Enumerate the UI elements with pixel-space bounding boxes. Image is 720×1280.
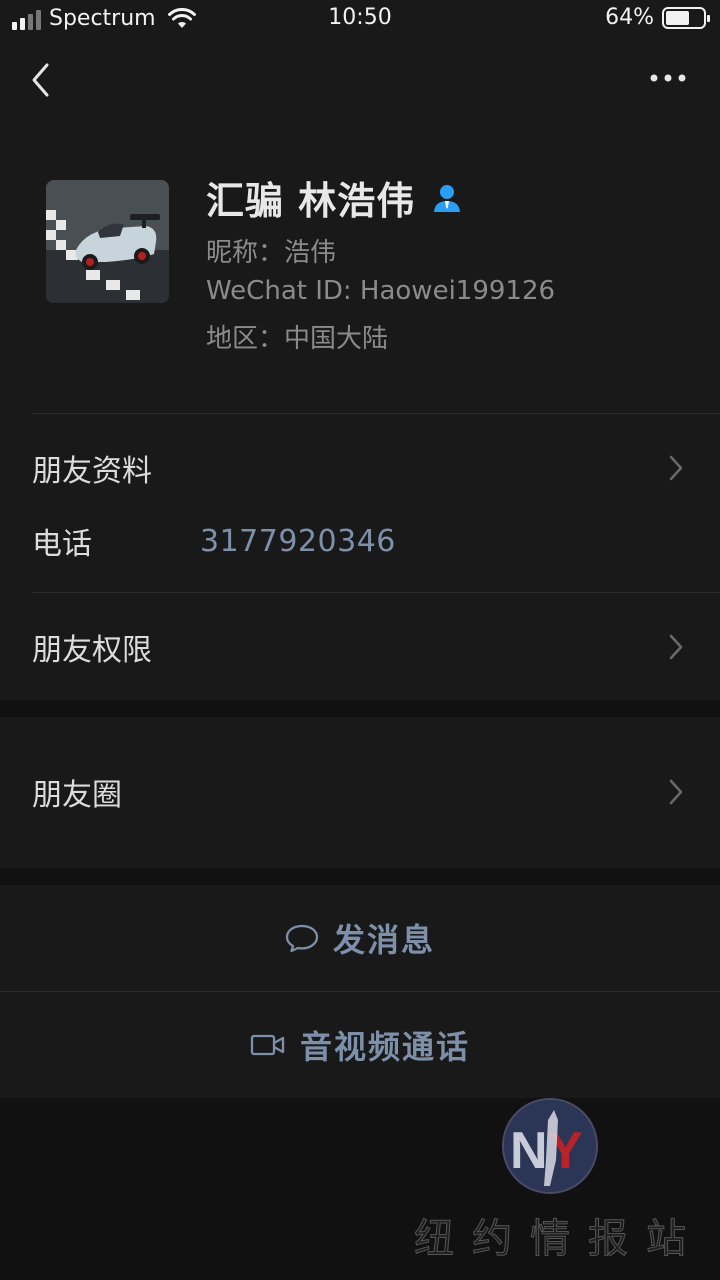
status-right: 64%: [605, 5, 710, 30]
friend-permissions-label: 朋友权限: [32, 633, 152, 668]
watermark-logo-n: N: [510, 1122, 548, 1180]
divider: [32, 592, 720, 593]
back-chevron-icon[interactable]: [26, 60, 56, 100]
nav-bar: [0, 40, 720, 120]
moments-label: 朋友圈: [32, 778, 122, 813]
send-message-button[interactable]: 发消息: [0, 885, 720, 991]
phone-row: 电话 3177920346: [0, 506, 720, 576]
chevron-right-icon: [669, 455, 683, 481]
moments-row[interactable]: 朋友圈: [0, 757, 720, 827]
region: 地区：中国大陆: [206, 324, 389, 354]
divider: [32, 413, 720, 414]
battery-fill: [666, 10, 690, 25]
avatar-car-image: [46, 180, 169, 303]
profile-header: 汇骗 林浩伟 昵称：浩伟 WeChat ID: Haowei199126 地区：…: [0, 120, 720, 413]
friend-permissions-row[interactable]: 朋友权限: [0, 612, 720, 682]
nickname: 昵称：浩伟: [206, 238, 337, 268]
watermark-text: 纽约情报站: [414, 1216, 704, 1263]
battery-icon: [662, 6, 710, 29]
more-dots-icon[interactable]: [648, 68, 688, 88]
send-message-label: 发消息: [332, 921, 435, 959]
friend-profile-row[interactable]: 朋友资料: [0, 433, 720, 503]
video-camera-icon: [250, 1034, 285, 1056]
info-section: 朋友资料 电话 3177920346 朋友权限: [0, 413, 720, 700]
chevron-right-icon: [669, 634, 683, 660]
phone-label: 电话: [32, 527, 92, 562]
phone-number-link[interactable]: 3177920346: [200, 524, 396, 559]
audio-video-call-label: 音视频通话: [299, 1028, 470, 1066]
avatar[interactable]: [46, 180, 169, 303]
wechat-id: WeChat ID: Haowei199126: [206, 276, 556, 306]
audio-video-call-button[interactable]: 音视频通话: [0, 992, 720, 1098]
name-row: 汇骗 林浩伟: [206, 170, 463, 225]
status-bar: Spectrum 10:50 64%: [0, 0, 720, 40]
display-name: 汇骗 林浩伟: [206, 179, 416, 223]
statue-of-liberty-logo-icon: N Y: [504, 1100, 596, 1192]
battery-percent: 64%: [605, 5, 654, 30]
friend-profile-label: 朋友资料: [32, 454, 152, 489]
moments-section: 朋友圈: [0, 717, 720, 868]
watermark-logo: N Y: [502, 1098, 598, 1194]
contact-person-icon: [434, 184, 461, 212]
chevron-right-icon: [669, 779, 683, 805]
chat-bubble-icon: [285, 924, 319, 953]
